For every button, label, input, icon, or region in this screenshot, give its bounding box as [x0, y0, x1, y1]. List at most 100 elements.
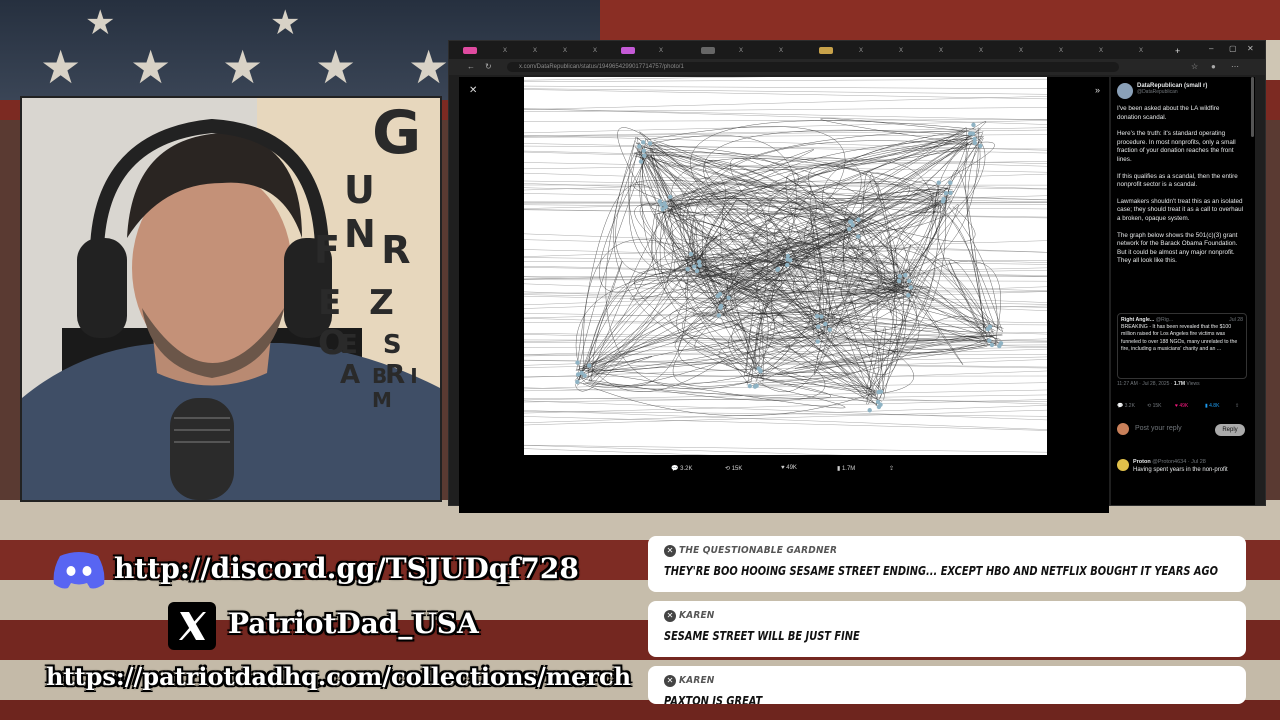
eye-chart-letter: F R — [314, 228, 425, 272]
post-author[interactable]: DataRepublican (small r) @DataRepublican — [1137, 83, 1247, 95]
like-count[interactable]: ♥ 49K — [781, 465, 797, 471]
graph-node — [989, 342, 995, 348]
graph-edge — [524, 445, 1047, 453]
chat-message: ✕ KAREN PAXTON IS GREAT — [648, 666, 1246, 704]
expand-icon[interactable]: » — [1095, 85, 1100, 95]
graph-node — [718, 303, 724, 309]
tab-strip: X X X X X X X X X X X X X X X + – ▢ ✕ — [449, 41, 1265, 59]
author-handle: @DataRepublican — [1137, 89, 1178, 95]
maximize-icon[interactable]: ▢ — [1229, 44, 1237, 53]
merch-link[interactable]: https://patriotdadhq.com/collections/mer… — [46, 662, 631, 691]
tab[interactable] — [701, 45, 715, 57]
reply-handle: @Proton4634 · Jul 28 — [1152, 459, 1206, 465]
browser-window: X X X X X X X X X X X X X X X + – ▢ ✕ ← … — [448, 40, 1266, 513]
graph-node — [941, 196, 946, 202]
reply-input[interactable]: Post your reply — [1135, 425, 1182, 432]
graph-edge — [637, 137, 822, 300]
url-field[interactable]: x.com/DataRepublican/status/194965429901… — [507, 62, 1119, 72]
star-icon: ★ — [40, 40, 82, 94]
view-count[interactable]: ▮ 1.7M — [837, 465, 855, 472]
quote-author: Right Angle... — [1121, 317, 1155, 323]
favorites-icon[interactable]: ☆ — [1191, 62, 1198, 71]
graph-edge — [524, 108, 1047, 125]
window-close-icon[interactable]: ✕ — [1247, 44, 1254, 53]
avatar[interactable] — [1117, 83, 1133, 99]
post-paragraph: I've been asked about the LA wildfire do… — [1117, 105, 1220, 121]
tab[interactable] — [621, 45, 635, 57]
menu-icon[interactable]: ⋯ — [1231, 62, 1239, 71]
graph-node — [717, 291, 723, 297]
tab[interactable]: X — [939, 45, 943, 57]
star-icon: ★ — [408, 40, 450, 94]
tab[interactable]: X — [503, 45, 507, 57]
tab[interactable]: X — [593, 45, 597, 57]
eye-chart-letter: B I M — [372, 364, 426, 412]
network-graph-image[interactable] — [524, 77, 1047, 455]
close-icon[interactable]: ✕ — [469, 85, 477, 96]
reply-stat[interactable]: 💬 3.2K — [1117, 403, 1135, 409]
graph-node — [647, 141, 653, 146]
graph-node — [943, 190, 949, 196]
new-tab-icon[interactable]: + — [1175, 45, 1180, 57]
star-icon: ★ — [315, 40, 357, 94]
repost-stat-value: 15K — [1152, 403, 1162, 409]
share-icon[interactable]: ⇪ — [1235, 403, 1239, 409]
reply-author: Proton — [1133, 459, 1151, 465]
tab[interactable] — [463, 45, 477, 57]
tab[interactable]: X — [1059, 45, 1063, 57]
webcam-feed: G U N F R E Z O E S A R B I M — [20, 96, 442, 502]
graph-node — [908, 285, 913, 290]
reload-icon[interactable]: ↻ — [485, 62, 492, 71]
graph-node — [972, 136, 977, 142]
graph-node — [978, 143, 983, 149]
post-paragraph: If this qualifies as a scandal, then the… — [1117, 172, 1238, 189]
tab[interactable]: X — [979, 45, 983, 57]
graph-node — [726, 295, 731, 301]
like-stat[interactable]: ♥ 49K — [1175, 403, 1188, 409]
graph-edge — [524, 119, 1047, 122]
quote-header: Right Angle... @Rig... Jul 28 — [1121, 317, 1243, 324]
tab[interactable]: X — [659, 45, 663, 57]
tab[interactable]: X — [739, 45, 743, 57]
like-stat-value: 49K — [1179, 403, 1189, 409]
tab[interactable]: X — [563, 45, 567, 57]
reply-count-value: 3.2K — [680, 466, 693, 472]
quoted-post[interactable]: Right Angle... @Rig... Jul 28 BREAKING -… — [1117, 313, 1247, 379]
post-body: I've been asked about the LA wildfire do… — [1117, 105, 1245, 274]
reply-button[interactable]: Reply — [1215, 424, 1245, 436]
graph-edge — [965, 139, 989, 343]
discord-link[interactable]: http://discord.gg/TSJUDqf728 — [114, 552, 579, 585]
back-icon[interactable]: ← — [467, 62, 475, 71]
address-bar: ← ↻ x.com/DataRepublican/status/19496542… — [449, 59, 1265, 75]
graph-edge — [524, 409, 1047, 426]
tab[interactable] — [819, 45, 833, 57]
x-icon: ✕ — [664, 675, 676, 687]
post-paragraph: Lawmakers shouldn't treat this as an iso… — [1117, 197, 1244, 222]
tab[interactable]: X — [779, 45, 783, 57]
bookmark-stat[interactable]: ▮ 4.8K — [1205, 403, 1219, 409]
graph-node — [819, 314, 824, 319]
quote-handle: @Rig... — [1155, 317, 1174, 323]
graph-node — [688, 251, 694, 257]
graph-node — [784, 262, 790, 268]
x-handle[interactable]: PatriotDad_USA — [228, 607, 479, 640]
minimize-icon[interactable]: – — [1209, 44, 1213, 53]
share-icon[interactable]: ⇪ — [889, 465, 894, 472]
reply-count[interactable]: 💬 3.2K — [671, 465, 692, 472]
graph-edge — [524, 405, 1047, 423]
graph-edge — [524, 332, 1047, 342]
tab[interactable]: X — [1139, 45, 1143, 57]
graph-node — [878, 389, 884, 394]
panel-scrollbar[interactable] — [1251, 77, 1254, 137]
chat-text: PAXTON IS GREAT — [664, 694, 763, 704]
profile-icon[interactable]: ● — [1211, 62, 1216, 71]
tab[interactable]: X — [899, 45, 903, 57]
repost-count[interactable]: ⟲ 15K — [725, 465, 742, 472]
tab[interactable]: X — [1019, 45, 1023, 57]
star-icon: ★ — [222, 40, 264, 94]
repost-stat[interactable]: ⟲ 15K — [1147, 403, 1162, 409]
tab[interactable]: X — [1099, 45, 1103, 57]
tab[interactable]: X — [533, 45, 537, 57]
repost-count-value: 15K — [731, 466, 743, 472]
tab[interactable]: X — [859, 45, 863, 57]
